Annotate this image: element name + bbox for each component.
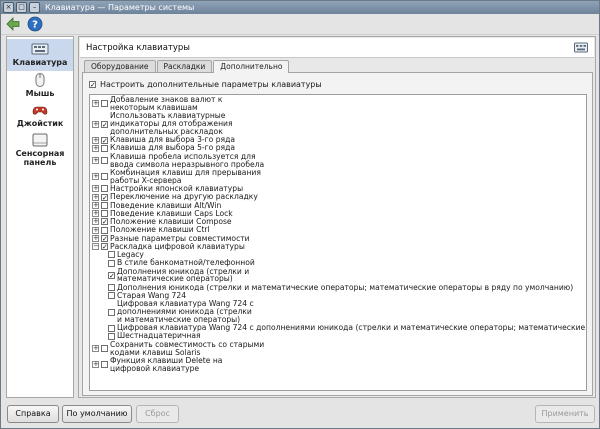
tree-item-label: Положение клавиши Ctrl bbox=[110, 225, 210, 235]
page-title: Настройка клавиатуры bbox=[86, 43, 190, 53]
tab-bar: Оборудование Раскладки Дополнительно bbox=[84, 60, 290, 73]
tree-item-checkbox[interactable]: ✓ bbox=[101, 218, 108, 226]
help-button[interactable]: Справка bbox=[7, 405, 59, 423]
tree-expander-icon[interactable]: + bbox=[92, 234, 99, 242]
tree-expander-icon[interactable]: + bbox=[92, 210, 99, 218]
mouse-icon bbox=[35, 73, 45, 87]
reset-button[interactable]: Сброс bbox=[136, 405, 179, 423]
tree-item-checkbox[interactable] bbox=[101, 201, 108, 209]
tree-item-checkbox[interactable]: ✓ bbox=[101, 234, 108, 242]
configure-options-label: Настроить дополнительные параметры клави… bbox=[100, 80, 322, 89]
tree-item-checkbox[interactable]: ✓ bbox=[101, 120, 108, 128]
content-panel: Настройка клавиатуры Оборудование Раскла… bbox=[78, 36, 596, 398]
tree-item-checkbox[interactable] bbox=[101, 210, 108, 218]
tree-expander-icon[interactable]: + bbox=[92, 193, 99, 201]
sidebar-item-joystick[interactable]: Джойстик bbox=[7, 103, 73, 129]
sidebar-item-label: Клавиатура bbox=[12, 58, 68, 67]
joystick-icon bbox=[32, 106, 48, 115]
tree-item-checkbox[interactable] bbox=[101, 345, 108, 353]
sidebar-item-keyboard[interactable]: Клавиатура bbox=[7, 39, 73, 71]
tree-item-checkbox[interactable] bbox=[108, 284, 115, 292]
tree-item-checkbox[interactable] bbox=[108, 324, 115, 332]
tree-expander-icon[interactable]: + bbox=[92, 173, 99, 181]
tree-item-checkbox[interactable] bbox=[108, 332, 115, 340]
sidebar: Клавиатура Мышь Джойстик Сенсорная панел… bbox=[6, 36, 74, 398]
sidebar-item-mouse[interactable]: Мышь bbox=[7, 73, 73, 99]
tree-item-checkbox[interactable] bbox=[101, 226, 108, 234]
tree-expander-icon[interactable]: + bbox=[92, 218, 99, 226]
touchpad-icon bbox=[32, 133, 48, 147]
apply-button[interactable]: Применить bbox=[535, 405, 595, 423]
tree-expander-icon[interactable]: − bbox=[92, 243, 99, 251]
keyboard-icon bbox=[574, 42, 588, 53]
tree-item-checkbox[interactable] bbox=[101, 361, 108, 369]
defaults-button[interactable]: По умолчанию bbox=[62, 405, 132, 423]
tree-item-checkbox[interactable] bbox=[101, 185, 108, 193]
button-bar: Справка По умолчанию Сброс Применить bbox=[1, 401, 599, 428]
sidebar-item-label: Джойстик bbox=[16, 119, 64, 128]
tree-item-checkbox[interactable] bbox=[101, 173, 108, 181]
tree-item-checkbox[interactable] bbox=[101, 100, 108, 108]
tree-item-checkbox[interactable]: ✓ bbox=[101, 243, 108, 251]
tree-item-checkbox[interactable]: ✓ bbox=[101, 193, 108, 201]
tree-item-label: В стиле банкоматной/телефонной bbox=[117, 258, 255, 268]
module-header: Настройка клавиатуры bbox=[80, 38, 594, 58]
advanced-tab-panel: ✓ Настроить дополнительные параметры кла… bbox=[82, 72, 593, 396]
maximize-window-button[interactable]: □ bbox=[16, 2, 27, 13]
tree-item-checkbox[interactable]: ✓ bbox=[101, 136, 108, 144]
toolbar: ? bbox=[1, 14, 599, 35]
tree-expander-icon[interactable]: + bbox=[92, 361, 99, 369]
help-icon[interactable]: ? bbox=[27, 16, 43, 32]
sidebar-item-touchpad[interactable]: Сенсорная панель bbox=[7, 133, 73, 169]
tree-expander-icon[interactable]: + bbox=[92, 100, 99, 108]
tree-expander-icon[interactable]: + bbox=[92, 185, 99, 193]
tab-advanced[interactable]: Дополнительно bbox=[213, 60, 290, 73]
tab-layouts[interactable]: Раскладки bbox=[156, 60, 213, 72]
settings-window: × □ – Клавиатура — Параметры системы ? К… bbox=[0, 0, 600, 429]
tree-item-checkbox[interactable] bbox=[108, 259, 115, 267]
tree-expander-icon[interactable]: + bbox=[92, 136, 99, 144]
options-tree[interactable]: + Добавление знаков валют к некоторым клав… bbox=[89, 94, 587, 391]
tree-expander-icon[interactable]: + bbox=[92, 226, 99, 234]
sidebar-item-label: Мышь bbox=[25, 89, 55, 98]
tree-item-checkbox[interactable] bbox=[101, 144, 108, 152]
minimize-window-button[interactable]: – bbox=[29, 2, 40, 13]
window-title: Клавиатура — Параметры системы bbox=[45, 3, 195, 12]
tree-expander-icon[interactable]: + bbox=[92, 157, 99, 165]
sidebar-item-label: Сенсорная панель bbox=[15, 149, 65, 167]
tree-item-checkbox[interactable] bbox=[108, 292, 115, 300]
configure-options-toggle[interactable]: ✓ Настроить дополнительные параметры кла… bbox=[89, 80, 322, 89]
tree-expander-icon[interactable]: + bbox=[92, 201, 99, 209]
keyboard-icon bbox=[31, 43, 49, 55]
close-window-button[interactable]: × bbox=[3, 2, 14, 13]
tree-item-label: Переключение на другую раскладку bbox=[110, 192, 258, 202]
tree-expander-icon[interactable]: + bbox=[92, 345, 99, 353]
tree-item-checkbox[interactable] bbox=[108, 251, 115, 259]
configure-options-checkbox[interactable]: ✓ bbox=[89, 81, 96, 89]
svg-text:?: ? bbox=[32, 20, 38, 31]
tree-item-checkbox[interactable] bbox=[108, 308, 115, 316]
tree-expander-icon[interactable]: + bbox=[92, 120, 99, 128]
tree-item-checkbox[interactable]: ✓ bbox=[108, 271, 115, 279]
tab-hardware[interactable]: Оборудование bbox=[84, 60, 156, 72]
tree-item-label: цифровой клавиатуре bbox=[110, 363, 200, 373]
tree-item-checkbox[interactable] bbox=[101, 157, 108, 165]
title-bar: × □ – Клавиатура — Параметры системы bbox=[1, 1, 599, 14]
back-arrow-icon[interactable] bbox=[5, 16, 21, 32]
tree-expander-icon[interactable]: + bbox=[92, 144, 99, 152]
